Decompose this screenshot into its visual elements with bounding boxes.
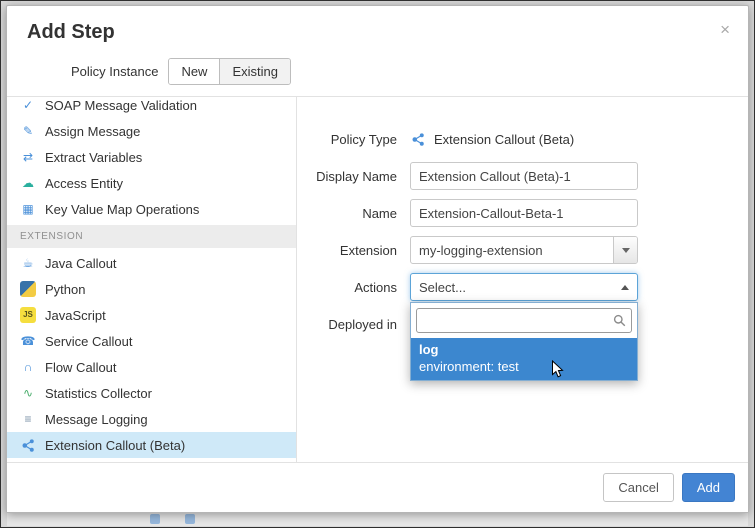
sidebar-item-label: Extension Callout (Beta) <box>45 438 185 453</box>
chevron-down-icon[interactable] <box>613 237 637 263</box>
actions-row: Actions Select... log <box>297 273 748 301</box>
sidebar-item-label: Message Logging <box>45 412 148 427</box>
assign-message-icon: ✎ <box>20 123 36 139</box>
javascript-icon: JS <box>20 307 36 323</box>
name-row: Name <box>297 199 748 227</box>
dialog-content: ✓ SOAP Message Validation ✎ Assign Message ⇄… <box>7 96 748 462</box>
extract-variables-icon: ⇄ <box>20 149 36 165</box>
actions-dropdown-panel: log environment: test <box>410 302 638 381</box>
policy-type-value: Extension Callout (Beta) <box>434 132 574 147</box>
sidebar-item-label: Flow Callout <box>45 360 117 375</box>
sidebar-item-label: SOAP Message Validation <box>45 98 197 113</box>
sidebar-item-key-value-map-operations[interactable]: ▦ Key Value Map Operations <box>7 196 296 222</box>
policy-type-list: ✓ SOAP Message Validation ✎ Assign Message ⇄… <box>7 97 297 462</box>
background-page-strip <box>7 512 748 526</box>
sidebar-item-soap-message-validation[interactable]: ✓ SOAP Message Validation <box>7 97 296 118</box>
java-callout-icon: ☕ <box>20 255 36 271</box>
close-icon[interactable]: × <box>720 21 730 38</box>
sidebar-item-label: Extract Variables <box>45 150 142 165</box>
sidebar-item-python[interactable]: Python <box>7 276 296 302</box>
sidebar-item-service-callout[interactable]: ☎ Service Callout <box>7 328 296 354</box>
sidebar-item-label: Access Entity <box>45 176 123 191</box>
sidebar-item-extract-variables[interactable]: ⇄ Extract Variables <box>7 144 296 170</box>
access-entity-icon: ☁ <box>20 175 36 191</box>
display-name-label: Display Name <box>297 169 397 184</box>
actions-select[interactable]: Select... <box>410 273 638 301</box>
policy-instance-toggle: New Existing <box>168 58 291 85</box>
search-icon <box>613 314 626 332</box>
sidebar-item-label: Assign Message <box>45 124 140 139</box>
toggle-new[interactable]: New <box>169 59 220 84</box>
sidebar-item-assign-message[interactable]: ✎ Assign Message <box>7 118 296 144</box>
policy-type-row: Policy Type Extension Callout (Beta) <box>297 125 748 153</box>
extension-select[interactable]: my-logging-extension <box>410 236 638 264</box>
sidebar-item-access-entity[interactable]: ☁ Access Entity <box>7 170 296 196</box>
policy-form: Policy Type Extension Callout (Beta) Dis… <box>297 97 748 462</box>
sidebar-item-javascript[interactable]: JS JavaScript <box>7 302 296 328</box>
cancel-button[interactable]: Cancel <box>603 473 673 502</box>
sidebar-item-label: Java Callout <box>45 256 117 271</box>
actions-label: Actions <box>297 280 397 295</box>
add-step-dialog: Add Step × Policy Instance New Existing … <box>6 5 749 513</box>
extension-callout-icon <box>410 131 426 147</box>
sidebar-item-label: Python <box>45 282 85 297</box>
display-name-input[interactable] <box>410 162 638 190</box>
deployed-in-label: Deployed in <box>297 317 397 332</box>
dialog-title: Add Step <box>27 21 728 44</box>
option-detail: environment: test <box>419 358 629 375</box>
flow-callout-icon: ∩ <box>20 359 36 375</box>
sidebar-item-statistics-collector[interactable]: ∿ Statistics Collector <box>7 380 296 406</box>
extension-select-value: my-logging-extension <box>411 243 613 258</box>
dropdown-search-input[interactable] <box>416 308 632 333</box>
statistics-collector-icon: ∿ <box>20 385 36 401</box>
display-name-row: Display Name <box>297 162 748 190</box>
sidebar-item-flow-callout[interactable]: ∩ Flow Callout <box>7 354 296 380</box>
name-label: Name <box>297 206 397 221</box>
extension-label: Extension <box>297 243 397 258</box>
name-input[interactable] <box>410 199 638 227</box>
sidebar-item-label: Statistics Collector <box>45 386 152 401</box>
chevron-up-icon <box>621 285 629 290</box>
screen: Add Step × Policy Instance New Existing … <box>0 0 755 528</box>
background-icon <box>185 514 195 524</box>
policy-instance-label: Policy Instance <box>71 64 158 79</box>
sidebar-item-label: Service Callout <box>45 334 132 349</box>
soap-message-validation-icon: ✓ <box>20 97 36 113</box>
key-value-map-icon: ▦ <box>20 201 36 217</box>
background-icon <box>150 514 160 524</box>
extension-callout-icon <box>20 437 36 453</box>
python-icon <box>20 281 36 297</box>
sidebar-item-java-callout[interactable]: ☕ Java Callout <box>7 250 296 276</box>
actions-select-value: Select... <box>411 280 621 295</box>
dialog-header: Add Step × <box>7 6 748 50</box>
service-callout-icon: ☎ <box>20 333 36 349</box>
add-button[interactable]: Add <box>682 473 735 502</box>
sidebar-item-label: JavaScript <box>45 308 106 323</box>
toggle-existing[interactable]: Existing <box>220 59 290 84</box>
mouse-cursor <box>551 360 564 384</box>
policy-instance-row: Policy Instance New Existing <box>7 50 748 96</box>
sidebar-section-extension: EXTENSION <box>7 225 296 248</box>
extension-row: Extension my-logging-extension <box>297 236 748 264</box>
policy-type-label: Policy Type <box>297 132 397 147</box>
sidebar-item-label: Key Value Map Operations <box>45 202 199 217</box>
option-name: log <box>419 341 629 358</box>
message-logging-icon: ≡ <box>20 411 36 427</box>
sidebar-item-message-logging[interactable]: ≡ Message Logging <box>7 406 296 432</box>
dialog-footer: Cancel Add <box>7 462 748 512</box>
dropdown-option-log[interactable]: log environment: test <box>411 338 637 380</box>
sidebar-item-extension-callout-beta[interactable]: Extension Callout (Beta) <box>7 432 296 458</box>
